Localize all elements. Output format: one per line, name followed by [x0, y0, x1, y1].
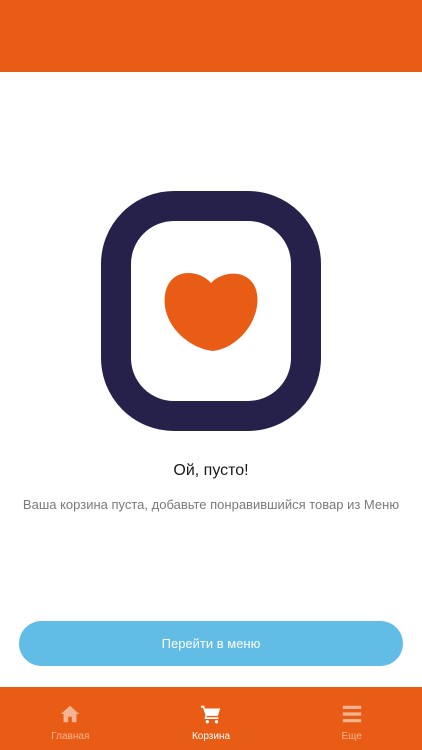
nav-label-cart: Корзина: [191, 731, 231, 742]
nav-label-home: Главная: [51, 731, 90, 742]
top-app-bar: [0, 0, 422, 72]
heart-in-rounded-square-icon: [101, 191, 321, 431]
cart-icon: [200, 705, 221, 724]
go-to-menu-button[interactable]: Перейти в меню: [19, 621, 403, 666]
nav-item-home[interactable]: Главная: [0, 687, 141, 750]
empty-cart-title: Ой, пусто!: [173, 462, 249, 479]
nav-item-more[interactable]: Еще: [281, 687, 422, 750]
menu-icon: [342, 705, 361, 723]
home-icon: [61, 705, 80, 723]
nav-label-more: Еще: [341, 731, 362, 742]
nav-item-cart[interactable]: Корзина: [141, 687, 282, 750]
empty-cart-message: Ваша корзина пуста, добавьте понравивший…: [22, 497, 400, 512]
bottom-navigation: Главная Корзина Еще: [0, 687, 422, 750]
